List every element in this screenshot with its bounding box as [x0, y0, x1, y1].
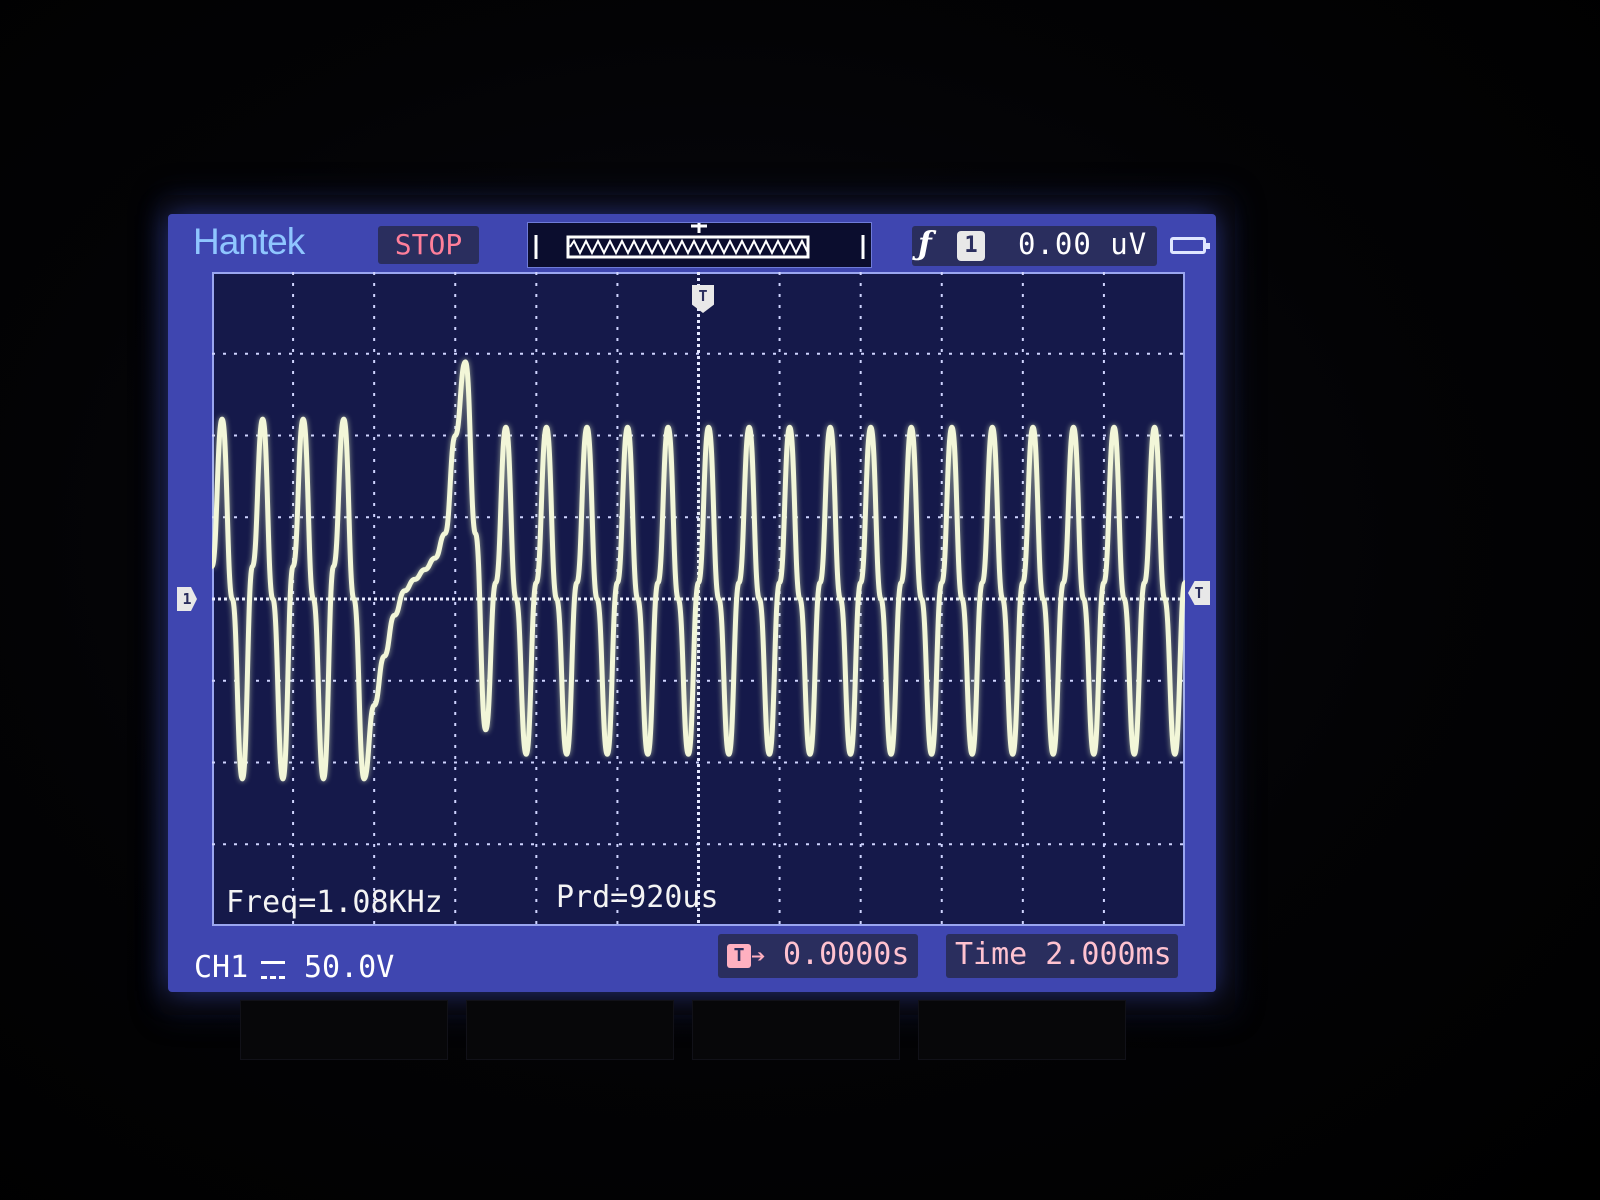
trigger-channel-icon: 1	[957, 231, 985, 261]
memory-waveform-icon	[534, 223, 865, 259]
volts-per-div[interactable]: 50.0V	[304, 950, 394, 985]
trigger-position-icon: T	[727, 944, 751, 968]
soft-key-3[interactable]	[692, 1000, 900, 1060]
battery-icon	[1170, 237, 1210, 254]
period-measurement: Prd=920us	[556, 880, 719, 915]
channel-label[interactable]: CH1	[194, 950, 248, 985]
soft-key-4[interactable]	[918, 1000, 1126, 1060]
trigger-level-readout: 0.00 uV	[1018, 227, 1148, 261]
frequency-measurement: Freq=1.08KHz	[226, 885, 443, 920]
memory-position-bar[interactable]	[527, 222, 872, 268]
arrow-right-icon: ➔	[751, 942, 766, 970]
brand-logo: Hantek	[193, 221, 305, 262]
rising-edge-icon: ƒ	[918, 224, 932, 262]
timebase-value: Time 2.000ms	[955, 937, 1172, 972]
soft-key-row	[180, 1000, 1180, 1060]
dc-coupling-icon	[261, 961, 285, 979]
run-stop-status[interactable]: STOP	[378, 226, 479, 264]
soft-key-1[interactable]	[240, 1000, 448, 1060]
soft-key-2[interactable]	[466, 1000, 674, 1060]
waveform-chart	[212, 272, 1185, 926]
trigger-position-value: 0.0000s	[783, 937, 910, 972]
